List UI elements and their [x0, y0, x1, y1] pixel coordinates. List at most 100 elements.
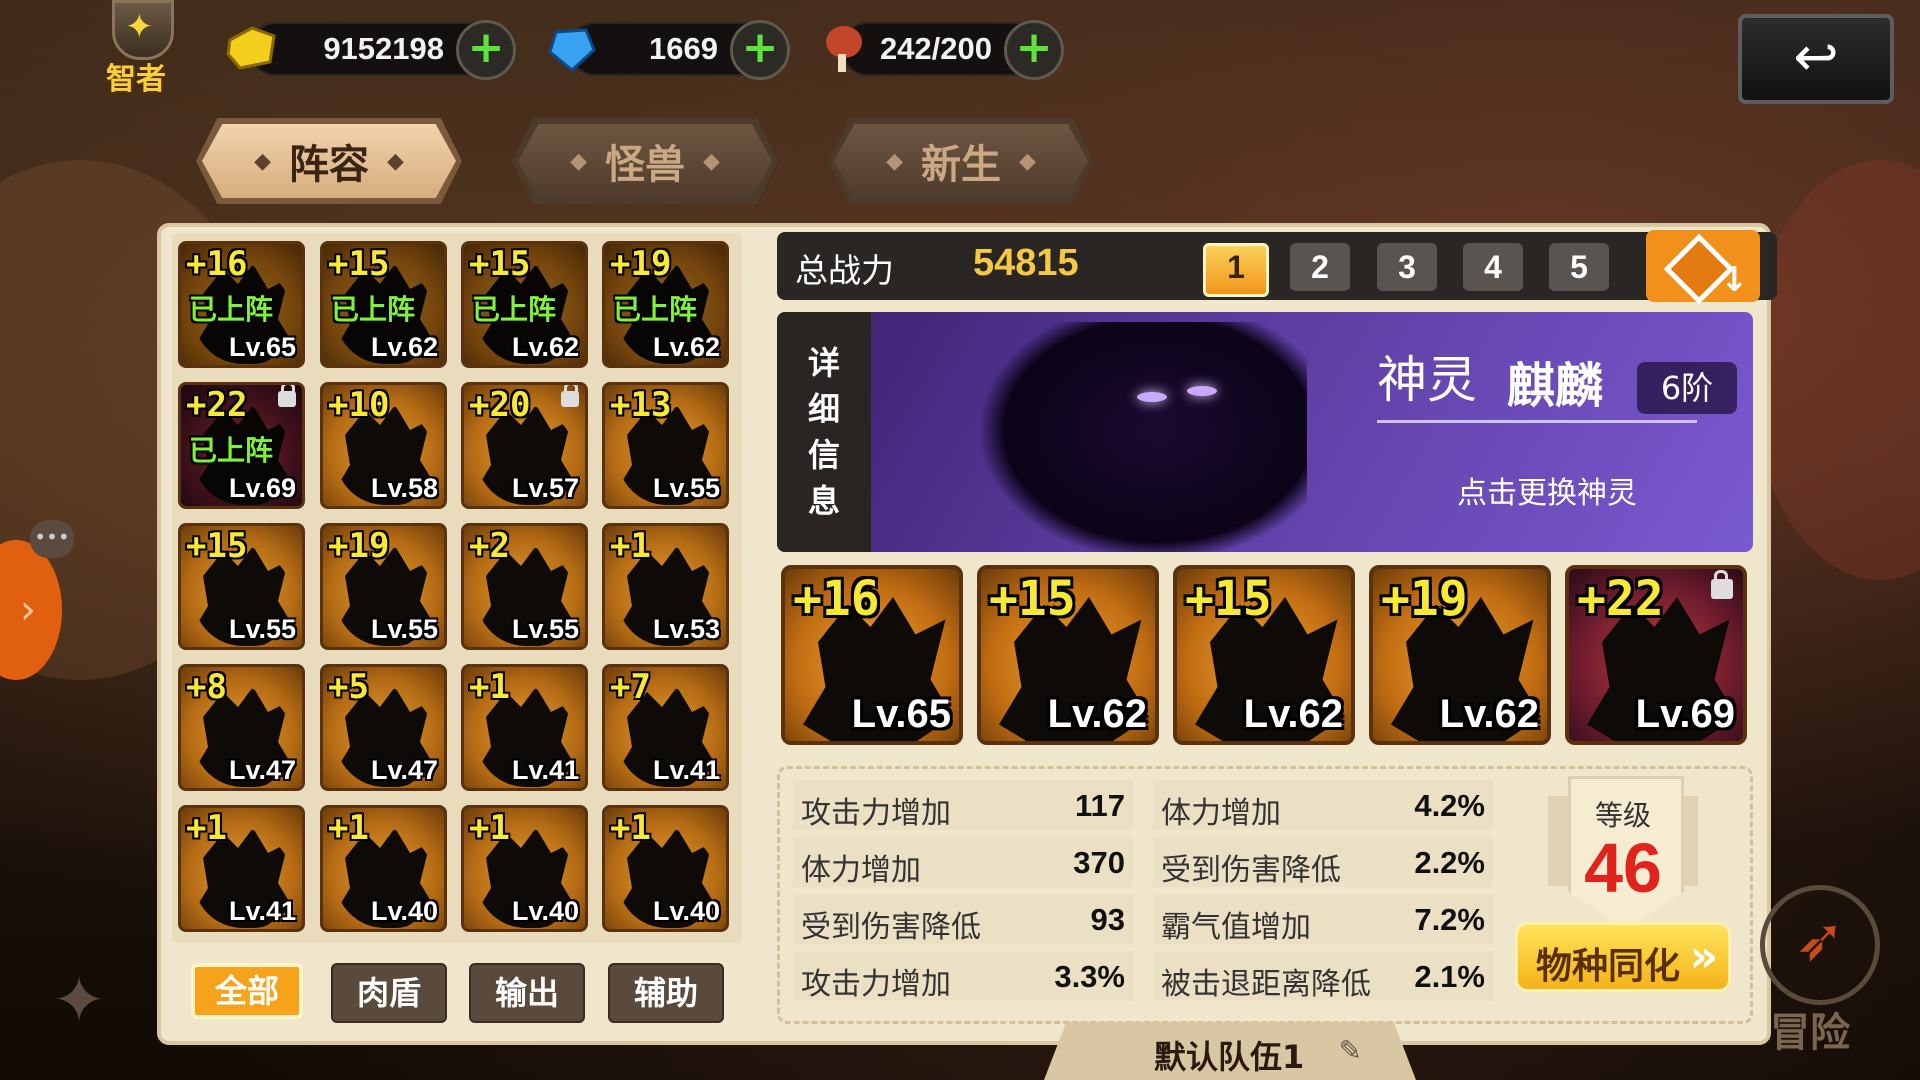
team-member-card[interactable]: +19 Lv.62 — [1369, 565, 1551, 745]
meat-icon — [826, 26, 862, 72]
monster-card[interactable]: +22 已上阵 Lv.69 — [178, 382, 305, 509]
species-assimilate-label: 物种同化 — [1536, 946, 1681, 987]
dragon-eye — [1187, 386, 1217, 396]
team-member-card[interactable]: +15 Lv.62 — [1173, 565, 1355, 745]
monster-level: Lv.69 — [228, 473, 296, 503]
dragon-eye — [1137, 392, 1167, 402]
adventure-label[interactable]: 冒险 — [1770, 1000, 1850, 1058]
gem-icon — [548, 28, 596, 72]
star-plus: +16 — [793, 571, 880, 627]
species-assimilate-button[interactable]: 物种同化 » — [1515, 922, 1731, 992]
monster-card[interactable]: +15 Lv.55 — [178, 523, 305, 650]
compass-icon[interactable]: ➶ — [1760, 885, 1880, 1005]
level-value: 46 — [1584, 829, 1662, 907]
stat-value: 93 — [1090, 902, 1125, 937]
star-plus: +20 — [469, 385, 531, 425]
star-plus: +2 — [469, 526, 510, 566]
filter-damage-button[interactable]: 输出 — [469, 963, 585, 1023]
star-plus: +15 — [469, 244, 531, 284]
team-slot-5[interactable]: 5 — [1549, 243, 1609, 291]
monster-card[interactable]: +15 已上阵 Lv.62 — [461, 241, 588, 368]
monster-level: Lv.55 — [370, 614, 438, 644]
monster-level: Lv.40 — [370, 896, 438, 926]
team-slot-2[interactable]: 2 — [1290, 243, 1350, 291]
add-gold-button[interactable]: + — [456, 20, 516, 80]
monster-card[interactable]: +16 已上阵 Lv.65 — [178, 241, 305, 368]
edit-icon[interactable]: ✎ — [1339, 1034, 1362, 1067]
team-member-card[interactable]: +16 Lv.65 — [781, 565, 963, 745]
monster-level: Lv.62 — [511, 332, 579, 362]
stat-label: 体力增加 — [801, 853, 921, 888]
team-member-card[interactable]: +15 Lv.62 — [977, 565, 1159, 745]
monster-card[interactable]: +1 Lv.40 — [602, 805, 729, 932]
deployed-label: 已上阵 — [472, 293, 557, 326]
monster-level: Lv.58 — [370, 473, 438, 503]
team-name-tab[interactable]: 默认队伍1 ✎ — [1044, 1022, 1416, 1080]
lock-icon — [561, 385, 579, 407]
stat-value: 4.2% — [1414, 788, 1485, 823]
chat-icon[interactable]: ••• — [30, 520, 74, 558]
stat-row: 体力增加 4.2% — [1153, 780, 1493, 831]
tab-lineup[interactable]: ◆ 阵容 ◆ — [196, 118, 462, 204]
hint-button[interactable]: ✦ 智者 — [98, 0, 184, 97]
stamina-value: 242/200 — [879, 31, 992, 66]
monster-card[interactable]: +20 Lv.57 — [461, 382, 588, 509]
monster-level: Lv.40 — [511, 896, 579, 926]
deployed-label: 已上阵 — [331, 293, 416, 326]
monster-card[interactable]: +10 Lv.58 — [320, 382, 447, 509]
monster-level: Lv.62 — [370, 332, 438, 362]
stat-label: 攻击力增加 — [801, 967, 951, 1002]
stat-row: 攻击力增加 117 — [793, 780, 1133, 831]
monster-card[interactable]: +1 Lv.41 — [461, 664, 588, 791]
add-stamina-button[interactable]: + — [1004, 20, 1064, 80]
monster-card[interactable]: +8 Lv.47 — [178, 664, 305, 791]
stat-row: 受到伤害降低 2.2% — [1153, 837, 1493, 888]
monster-level: Lv.62 — [1243, 692, 1343, 736]
team-slot-1[interactable]: 1 — [1203, 243, 1269, 297]
stat-value: 7.2% — [1414, 902, 1485, 937]
monster-card[interactable]: +5 Lv.47 — [320, 664, 447, 791]
monster-card[interactable]: +2 Lv.55 — [461, 523, 588, 650]
detail-info-button[interactable]: 详 细 信 息 — [777, 312, 871, 552]
tab-rebirth[interactable]: ◆ 新生 ◆ — [828, 118, 1094, 204]
filter-tank-button[interactable]: 肉盾 — [331, 963, 447, 1023]
detail-char: 详 — [807, 344, 840, 382]
shuriken-icon[interactable]: ✦ — [46, 968, 112, 1034]
team-slot-4[interactable]: 4 — [1463, 243, 1523, 291]
stat-row: 受到伤害降低 93 — [793, 894, 1133, 945]
monster-card[interactable]: +15 已上阵 Lv.62 — [320, 241, 447, 368]
team-slot-3[interactable]: 3 — [1377, 243, 1437, 291]
roster-grid: +16 已上阵 Lv.65 +15 已上阵 Lv.62 +15 已上阵 Lv.62 +19 已上阵 L… — [172, 233, 742, 943]
detail-char: 细 — [807, 390, 840, 428]
filter-all-button[interactable]: 全部 — [191, 963, 303, 1019]
guardian-banner[interactable]: 详 细 信 息 神灵 麒麟 6阶 点击更换神灵 — [777, 312, 1753, 552]
monster-level: Lv.47 — [228, 755, 296, 785]
monster-card[interactable]: +1 Lv.53 — [602, 523, 729, 650]
monster-card[interactable]: +13 Lv.55 — [602, 382, 729, 509]
monster-card[interactable]: +1 Lv.41 — [178, 805, 305, 932]
star-plus: +1 — [328, 808, 369, 848]
monster-level: Lv.62 — [1439, 692, 1539, 736]
tab-lineup-label: 阵容 — [289, 142, 369, 188]
swap-team-button[interactable]: ↓ — [1646, 230, 1760, 305]
monster-card[interactable]: +19 Lv.55 — [320, 523, 447, 650]
tab-monsters[interactable]: ◆ 怪兽 ◆ — [512, 118, 778, 204]
monster-card[interactable]: +19 已上阵 Lv.62 — [602, 241, 729, 368]
stat-row: 被击退距离降低 2.1% — [1153, 951, 1493, 1002]
star-plus: +10 — [328, 385, 390, 425]
star-plus: +7 — [610, 667, 651, 707]
filter-support-button[interactable]: 辅助 — [608, 963, 724, 1023]
monster-level: Lv.41 — [652, 755, 720, 785]
detail-char: 息 — [807, 482, 840, 520]
stat-label: 受到伤害降低 — [1161, 853, 1341, 888]
monster-card[interactable]: +1 Lv.40 — [461, 805, 588, 932]
team-member-card[interactable]: +22 Lv.69 — [1565, 565, 1747, 745]
deployed-label: 已上阵 — [189, 434, 274, 467]
back-button[interactable]: ↩ — [1738, 14, 1894, 104]
gold-counter: 9152198 + — [226, 20, 516, 80]
monster-card[interactable]: +7 Lv.41 — [602, 664, 729, 791]
monster-card[interactable]: +1 Lv.40 — [320, 805, 447, 932]
star-plus: +8 — [186, 667, 227, 707]
add-gems-button[interactable]: + — [730, 20, 790, 80]
stat-label: 体力增加 — [1161, 796, 1281, 831]
